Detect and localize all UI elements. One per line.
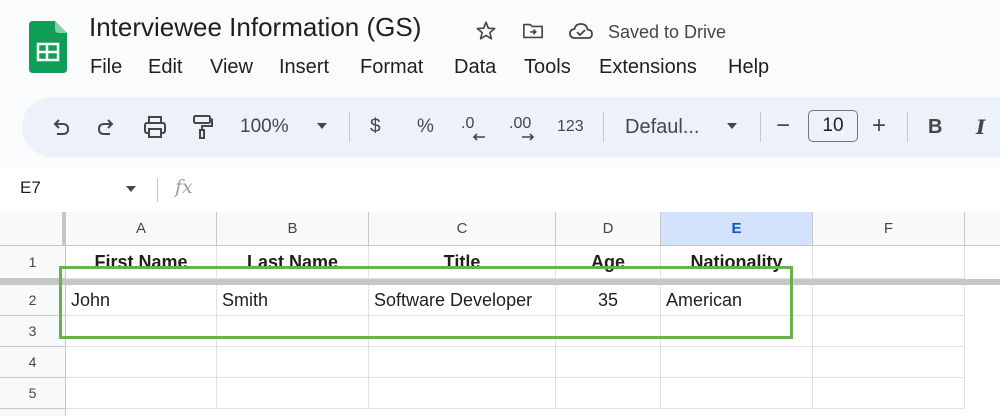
toolbar-separator (760, 112, 761, 142)
cell-f2[interactable] (813, 285, 965, 316)
cell-a4[interactable] (66, 347, 217, 378)
bold-button[interactable]: B (928, 114, 942, 140)
cell-f4[interactable] (813, 347, 965, 378)
menu-data[interactable]: Data (454, 56, 496, 79)
menu-format[interactable]: Format (360, 56, 423, 79)
cell-d5[interactable] (556, 378, 661, 409)
menu-view[interactable]: View (210, 56, 253, 79)
cell-f3[interactable] (813, 316, 965, 347)
decrease-decimal-label: .0 (461, 115, 475, 132)
select-all-corner[interactable] (0, 212, 66, 246)
name-box[interactable]: E7 (20, 178, 41, 198)
menu-help[interactable]: Help (728, 56, 769, 79)
cell-f1[interactable] (813, 246, 965, 279)
formula-separator (157, 178, 158, 202)
zoom-select[interactable]: 100% (240, 114, 289, 140)
arrow-right-icon (522, 133, 535, 141)
save-status: Saved to Drive (608, 22, 727, 42)
column-header-c[interactable]: C (369, 212, 556, 246)
row-header-5[interactable]: 5 (0, 378, 66, 409)
cell-d4[interactable] (556, 347, 661, 378)
row-header-3[interactable]: 3 (0, 316, 66, 347)
fx-icon: fx (175, 176, 193, 198)
undo-icon[interactable] (48, 115, 72, 139)
more-formats-button[interactable]: 123 (557, 114, 584, 140)
sheets-logo-icon[interactable] (29, 21, 67, 73)
row-header-2[interactable]: 2 (0, 285, 66, 316)
percent-format-button[interactable]: % (417, 114, 434, 140)
menu-insert[interactable]: Insert (279, 56, 329, 79)
decrease-decimal-button[interactable]: .0 (459, 114, 489, 144)
move-folder-icon[interactable] (522, 20, 544, 42)
font-size-input[interactable]: 10 (808, 110, 858, 142)
row-header-6[interactable] (0, 409, 66, 416)
column-header-e[interactable]: E (661, 212, 813, 246)
paint-format-icon[interactable] (191, 113, 215, 141)
formula-input[interactable] (210, 176, 990, 204)
print-icon[interactable] (142, 114, 168, 140)
cell-c4[interactable] (369, 347, 556, 378)
redo-icon[interactable] (95, 115, 119, 139)
document-title[interactable]: Interviewee Information (GS) (89, 12, 421, 43)
increase-decimal-label: .00 (509, 115, 532, 132)
star-icon[interactable] (475, 20, 497, 42)
menu-edit[interactable]: Edit (148, 56, 182, 79)
column-header-f[interactable]: F (813, 212, 965, 246)
menu-tools[interactable]: Tools (524, 56, 571, 79)
increase-decimal-button[interactable]: .00 (508, 114, 540, 144)
menu-extensions[interactable]: Extensions (599, 56, 697, 79)
currency-format-button[interactable]: $ (370, 114, 381, 140)
toolbar-separator (603, 112, 604, 142)
cell-c5[interactable] (369, 378, 556, 409)
italic-button[interactable]: I (976, 114, 985, 140)
column-header-g[interactable] (965, 212, 1000, 246)
row-header-4[interactable]: 4 (0, 347, 66, 378)
font-family-select[interactable]: Defaul... (625, 114, 699, 140)
menu-file[interactable]: File (90, 56, 122, 79)
name-box-dropdown-icon[interactable] (125, 185, 137, 193)
row-header-1[interactable]: 1 (0, 246, 66, 279)
arrow-left-icon (472, 133, 485, 141)
decrease-font-size-button[interactable]: − (776, 112, 790, 140)
cell-b4[interactable] (217, 347, 369, 378)
cell-a5[interactable] (66, 378, 217, 409)
increase-font-size-button[interactable]: + (872, 112, 886, 140)
highlight-annotation-box (59, 266, 793, 339)
toolbar-separator (907, 112, 908, 142)
toolbar-separator (349, 112, 350, 142)
cell-b5[interactable] (217, 378, 369, 409)
cell-e5[interactable] (661, 378, 813, 409)
column-header-a[interactable]: A (66, 212, 217, 246)
cloud-saved-icon (569, 23, 593, 39)
column-header-b[interactable]: B (217, 212, 369, 246)
font-dropdown-icon[interactable] (725, 121, 739, 131)
column-header-d[interactable]: D (556, 212, 661, 246)
cell-f5[interactable] (813, 378, 965, 409)
cell-e4[interactable] (661, 347, 813, 378)
zoom-dropdown-icon[interactable] (315, 121, 329, 131)
